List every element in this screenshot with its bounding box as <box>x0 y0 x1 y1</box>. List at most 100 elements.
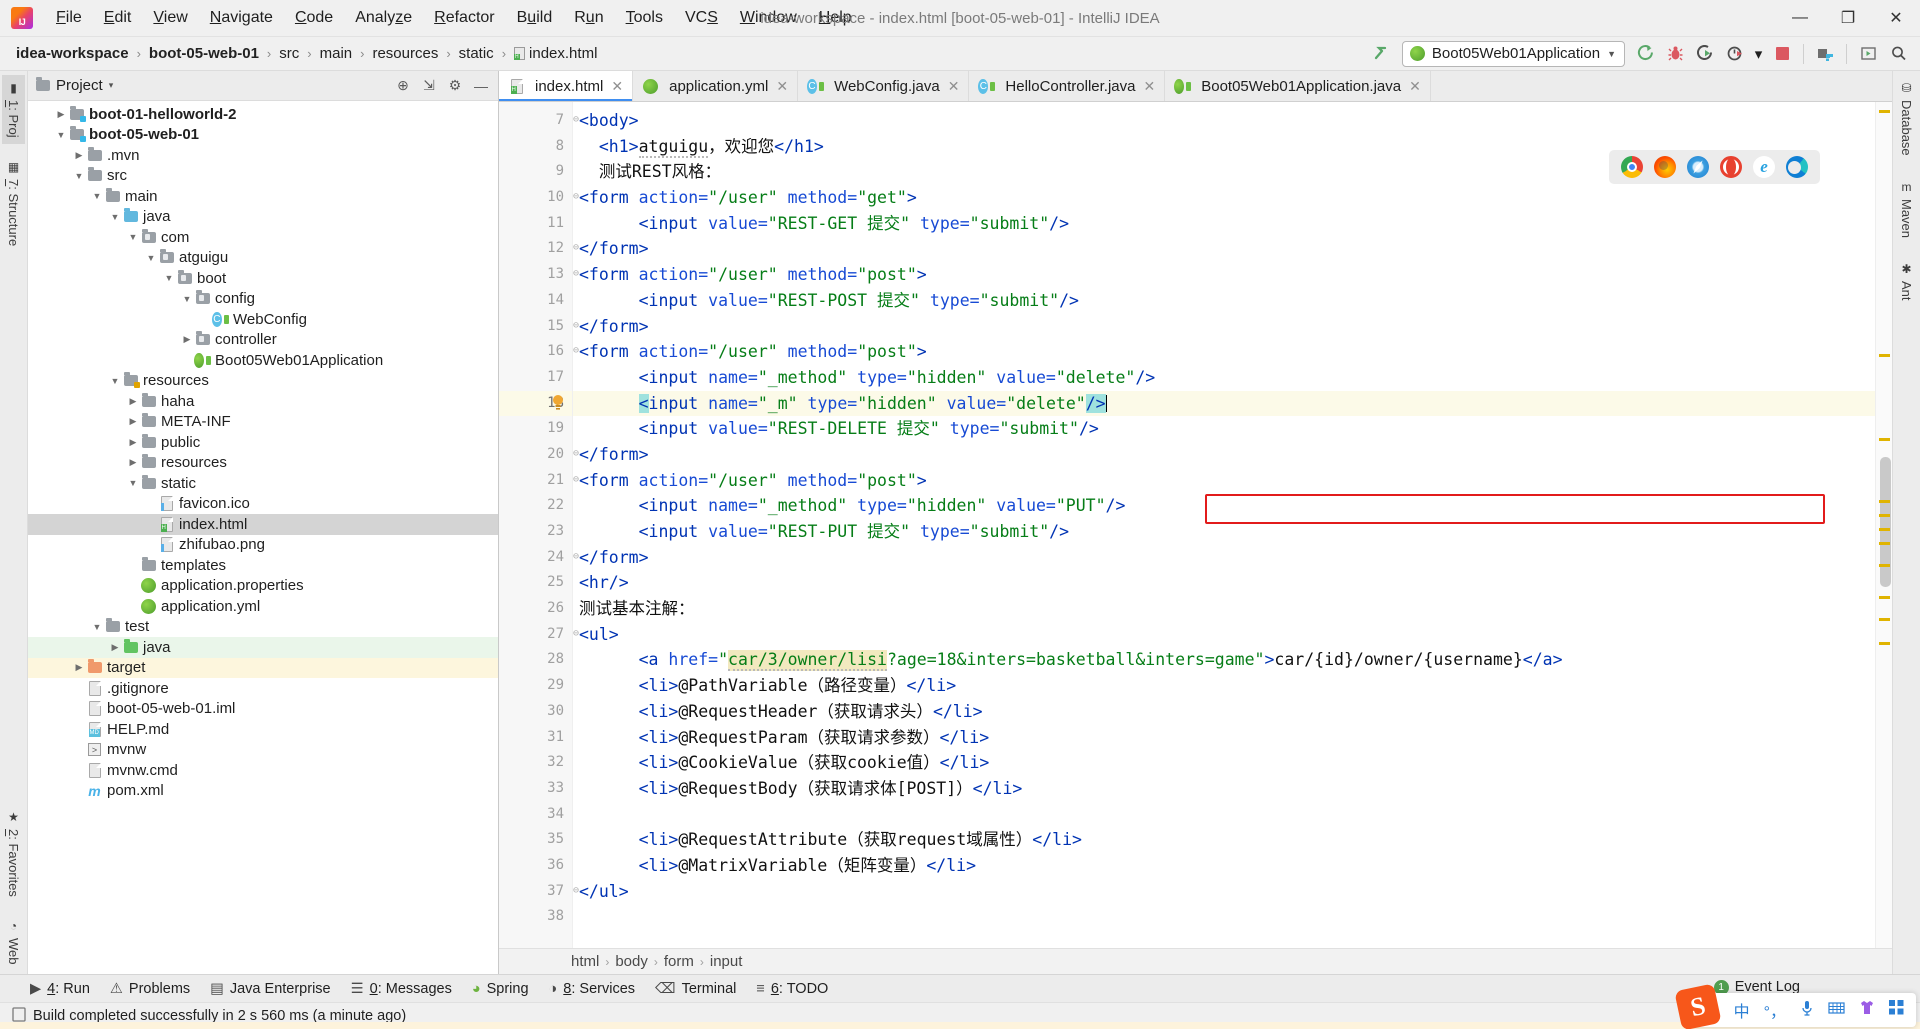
line-number-14[interactable]: 14 <box>499 288 572 314</box>
breadcrumb-item-idea-workspace[interactable]: idea-workspace <box>12 43 133 64</box>
chevron-right-icon[interactable]: ▶ <box>126 437 140 448</box>
line-number-9[interactable]: 9 <box>499 159 572 185</box>
rail-button-1--proj[interactable]: ▮1: Proj <box>2 75 25 144</box>
tree-node-boot05web01application[interactable]: Boot05Web01Application <box>28 350 498 371</box>
tree-node-application-properties[interactable]: application.properties <box>28 576 498 597</box>
line-number-12[interactable]: 12⊖ <box>499 236 572 262</box>
menu-vcs[interactable]: VCS <box>674 5 729 31</box>
chevron-down-icon[interactable]: ▼ <box>180 294 194 304</box>
tree-node-meta-inf[interactable]: ▶META-INF <box>28 412 498 433</box>
editor-marker-gutter[interactable] <box>1875 102 1892 948</box>
line-number-16[interactable]: 16⊖ <box>499 339 572 365</box>
line-number-7[interactable]: 7⊖ <box>499 108 572 134</box>
safari-icon[interactable] <box>1687 156 1709 178</box>
tool-window-run[interactable]: ▶4: Run <box>30 981 90 997</box>
close-icon[interactable]: ✕ <box>1409 78 1421 95</box>
code-line-12[interactable]: </form> <box>573 236 1875 262</box>
stop-button[interactable] <box>1768 40 1796 68</box>
editor-breadcrumb-body[interactable]: body <box>615 953 648 970</box>
ime-chinese-mode-button[interactable]: 中 <box>1734 998 1750 1022</box>
tree-node-application-yml[interactable]: application.yml <box>28 596 498 617</box>
chevron-right-icon[interactable]: ▶ <box>72 662 86 673</box>
rail-button-web[interactable]: ◔Web <box>2 913 25 971</box>
tree-node-mvnw-cmd[interactable]: mvnw.cmd <box>28 760 498 781</box>
opera-icon[interactable] <box>1720 156 1742 178</box>
line-number-28[interactable]: 28 <box>499 647 572 673</box>
update-project-button[interactable] <box>1811 40 1839 68</box>
code-line-14[interactable]: <input value="REST-POST 提交" type="submit… <box>573 288 1875 314</box>
close-icon[interactable]: ✕ <box>1144 78 1156 95</box>
close-icon[interactable]: ✕ <box>948 78 960 95</box>
chevron-right-icon[interactable]: ▶ <box>180 334 194 345</box>
expand-collapse-button[interactable]: ⊕ <box>392 75 414 97</box>
chevron-right-icon[interactable]: ▶ <box>72 150 86 161</box>
tool-window-services[interactable]: ◑8: Services <box>549 981 636 997</box>
line-number-8[interactable]: 8 <box>499 134 572 160</box>
ime-soft-keyboard-button[interactable] <box>1828 1001 1845 1020</box>
tree-node-resources[interactable]: ▶resources <box>28 453 498 474</box>
line-number-23[interactable]: 23 <box>499 519 572 545</box>
close-icon[interactable]: ✕ <box>776 78 788 95</box>
code-line-33[interactable]: <li>@RequestBody（获取请求体[POST]）</li> <box>573 776 1875 802</box>
editor-breadcrumb-html[interactable]: html <box>571 953 599 970</box>
line-number-36[interactable]: 36 <box>499 853 572 879</box>
close-button[interactable]: ✕ <box>1872 0 1920 37</box>
tree-node-com[interactable]: ▼com <box>28 227 498 248</box>
line-number-29[interactable]: 29 <box>499 673 572 699</box>
menu-window[interactable]: Window <box>729 5 808 31</box>
line-number-20[interactable]: 20⊖ <box>499 442 572 468</box>
line-number-37[interactable]: 37⊖ <box>499 879 572 905</box>
run-configuration-selector[interactable]: Boot05Web01Application ▼ <box>1402 41 1625 67</box>
internet-explorer-icon[interactable]: e <box>1753 156 1775 178</box>
code-line-15[interactable]: </form> <box>573 314 1875 340</box>
tree-node-favicon-ico[interactable]: favicon.ico <box>28 494 498 515</box>
rail-button-database[interactable]: ⛁Database <box>1896 77 1917 160</box>
chevron-right-icon[interactable]: ▶ <box>108 642 122 653</box>
editor-vertical-scrollbar[interactable] <box>1880 457 1891 587</box>
ime-toolbar[interactable]: S 中 °， <box>1690 993 1916 1027</box>
code-line-31[interactable]: <li>@RequestParam（获取请求参数）</li> <box>573 725 1875 751</box>
tool-window-javaenterprise[interactable]: ▤Java Enterprise <box>210 981 330 997</box>
code-line-11[interactable]: <input value="REST-GET 提交" type="submit"… <box>573 211 1875 237</box>
code-line-17[interactable]: <input name="_method" type="hidden" valu… <box>573 365 1875 391</box>
line-number-32[interactable]: 32 <box>499 750 572 776</box>
settings-gear-button[interactable]: ⚙ <box>444 75 466 97</box>
menu-run[interactable]: Run <box>563 5 614 31</box>
chevron-down-icon[interactable]: ▼ <box>126 232 140 242</box>
line-number-26[interactable]: 26 <box>499 596 572 622</box>
tool-window-spring[interactable]: ◕Spring <box>472 981 529 997</box>
chevron-down-icon[interactable]: ▼ <box>72 171 86 181</box>
menu-refactor[interactable]: Refactor <box>423 5 505 31</box>
code-line-28[interactable]: <a href="car/3/owner/lisi?age=18&inters=… <box>573 647 1875 673</box>
menu-view[interactable]: View <box>142 5 198 31</box>
code-line-25[interactable]: <hr/> <box>573 570 1875 596</box>
rail-button-2--favorites[interactable]: ★2: Favorites <box>2 804 25 903</box>
editor-breadcrumb[interactable]: html›body›form›input <box>499 948 1892 974</box>
code-line-20[interactable]: </form> <box>573 442 1875 468</box>
editor-tab-webconfig-java[interactable]: CWebConfig.java✕ <box>798 71 969 101</box>
intention-bulb-icon[interactable] <box>551 394 565 412</box>
chevron-down-icon[interactable]: ▼ <box>1607 49 1616 59</box>
menu-tools[interactable]: Tools <box>615 5 674 31</box>
tree-node-target[interactable]: ▶target <box>28 658 498 679</box>
tree-node-test[interactable]: ▼test <box>28 617 498 638</box>
line-number-18[interactable]: 18 <box>499 391 572 417</box>
breadcrumb-item-index-html[interactable]: Hindex.html <box>510 43 601 64</box>
maximize-button[interactable]: ❐ <box>1824 0 1872 37</box>
code-line-18[interactable]: <input name="_m" type="hidden" value="de… <box>573 391 1875 417</box>
tree-node-pom-xml[interactable]: mpom.xml <box>28 781 498 802</box>
sogou-ime-logo-icon[interactable]: S <box>1674 983 1721 1029</box>
tree-node-controller[interactable]: ▶controller <box>28 330 498 351</box>
ime-skin-button[interactable] <box>1859 1000 1875 1020</box>
chevron-down-icon[interactable]: ▼ <box>108 212 122 222</box>
code-content[interactable]: <body> <h1>atguigu，欢迎您</h1> 测试REST风格：<fo… <box>573 102 1875 948</box>
chrome-icon[interactable] <box>1621 156 1643 178</box>
code-line-19[interactable]: <input value="REST-DELETE 提交" type="subm… <box>573 416 1875 442</box>
code-line-26[interactable]: 测试基本注解： <box>573 596 1875 622</box>
menu-analyze[interactable]: Analyze <box>344 5 423 31</box>
tree-node-boot-05-web-01-iml[interactable]: boot-05-web-01.iml <box>28 699 498 720</box>
line-number-33[interactable]: 33 <box>499 776 572 802</box>
rail-button-maven[interactable]: mMaven <box>1896 176 1917 242</box>
tree-node-java[interactable]: ▶java <box>28 637 498 658</box>
tree-node-main[interactable]: ▼main <box>28 186 498 207</box>
